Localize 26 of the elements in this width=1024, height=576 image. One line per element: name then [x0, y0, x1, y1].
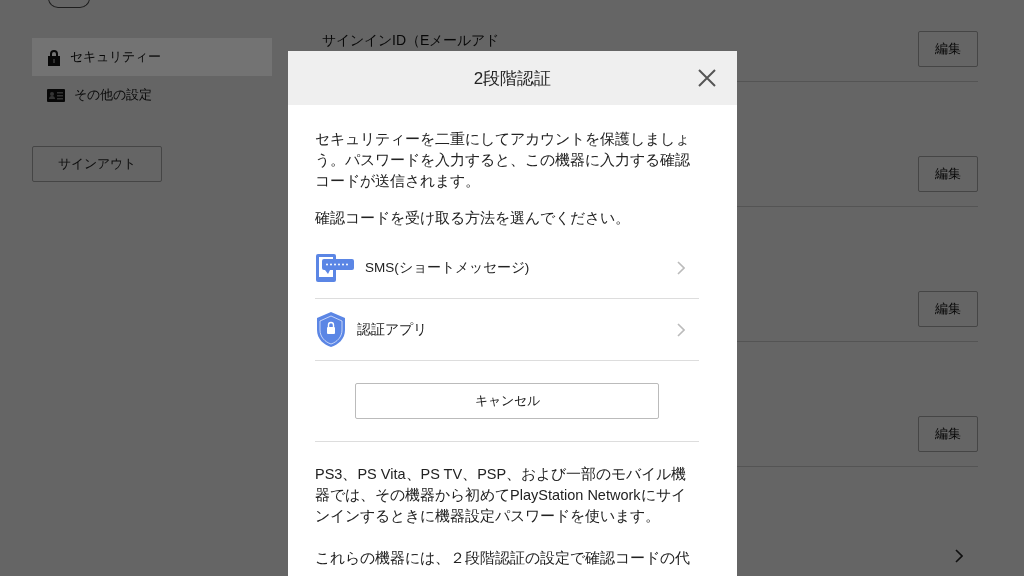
sidebar-item[interactable]: セキュリティー	[32, 38, 272, 76]
method-item[interactable]: 認証アプリ	[315, 299, 699, 361]
close-button[interactable]	[697, 68, 717, 88]
section-title: サインインID（Eメールアド	[322, 32, 500, 50]
edit-button[interactable]: 編集	[918, 31, 978, 67]
chevron-icon	[677, 322, 685, 337]
note-text: これらの機器には、２段階認証の設定で確認コードの代	[315, 549, 691, 568]
edit-button[interactable]: 編集	[918, 291, 978, 327]
method-item[interactable]: SMS(ショートメッセージ)	[315, 237, 699, 299]
intro-text: セキュリティーを二重にしてアカウントを保護しましょう。パスワードを入力すると、この機器に入力する確認コードが送信されます。	[315, 130, 691, 191]
chevron-icon	[955, 549, 963, 563]
phone-message-icon	[315, 252, 355, 283]
lock-icon	[47, 48, 61, 66]
prompt-text: 確認コードを受け取る方法を選んでください。	[315, 209, 631, 228]
id-card-icon	[47, 88, 65, 102]
edit-button[interactable]: 編集	[918, 156, 978, 192]
dialog-title: 2段階認証	[473, 67, 552, 90]
cancel-button[interactable]: キャンセル	[355, 383, 659, 419]
signout-button[interactable]: サインアウト	[32, 146, 162, 182]
chevron-icon	[677, 260, 685, 275]
sidebar-item[interactable]: その他の設定	[32, 76, 272, 114]
note-text: PS3、PS Vita、PS TV、PSP、および一部のモバイル機器では、その機器から初めてPlayStation Networkにサインインするときに機器設定パスワードを使います。	[315, 465, 688, 526]
sidebar-item-label: セキュリティー	[70, 48, 161, 66]
sidebar-item-label: その他の設定	[74, 86, 152, 104]
shield-lock-icon	[315, 311, 347, 348]
edit-button[interactable]: 編集	[918, 416, 978, 452]
